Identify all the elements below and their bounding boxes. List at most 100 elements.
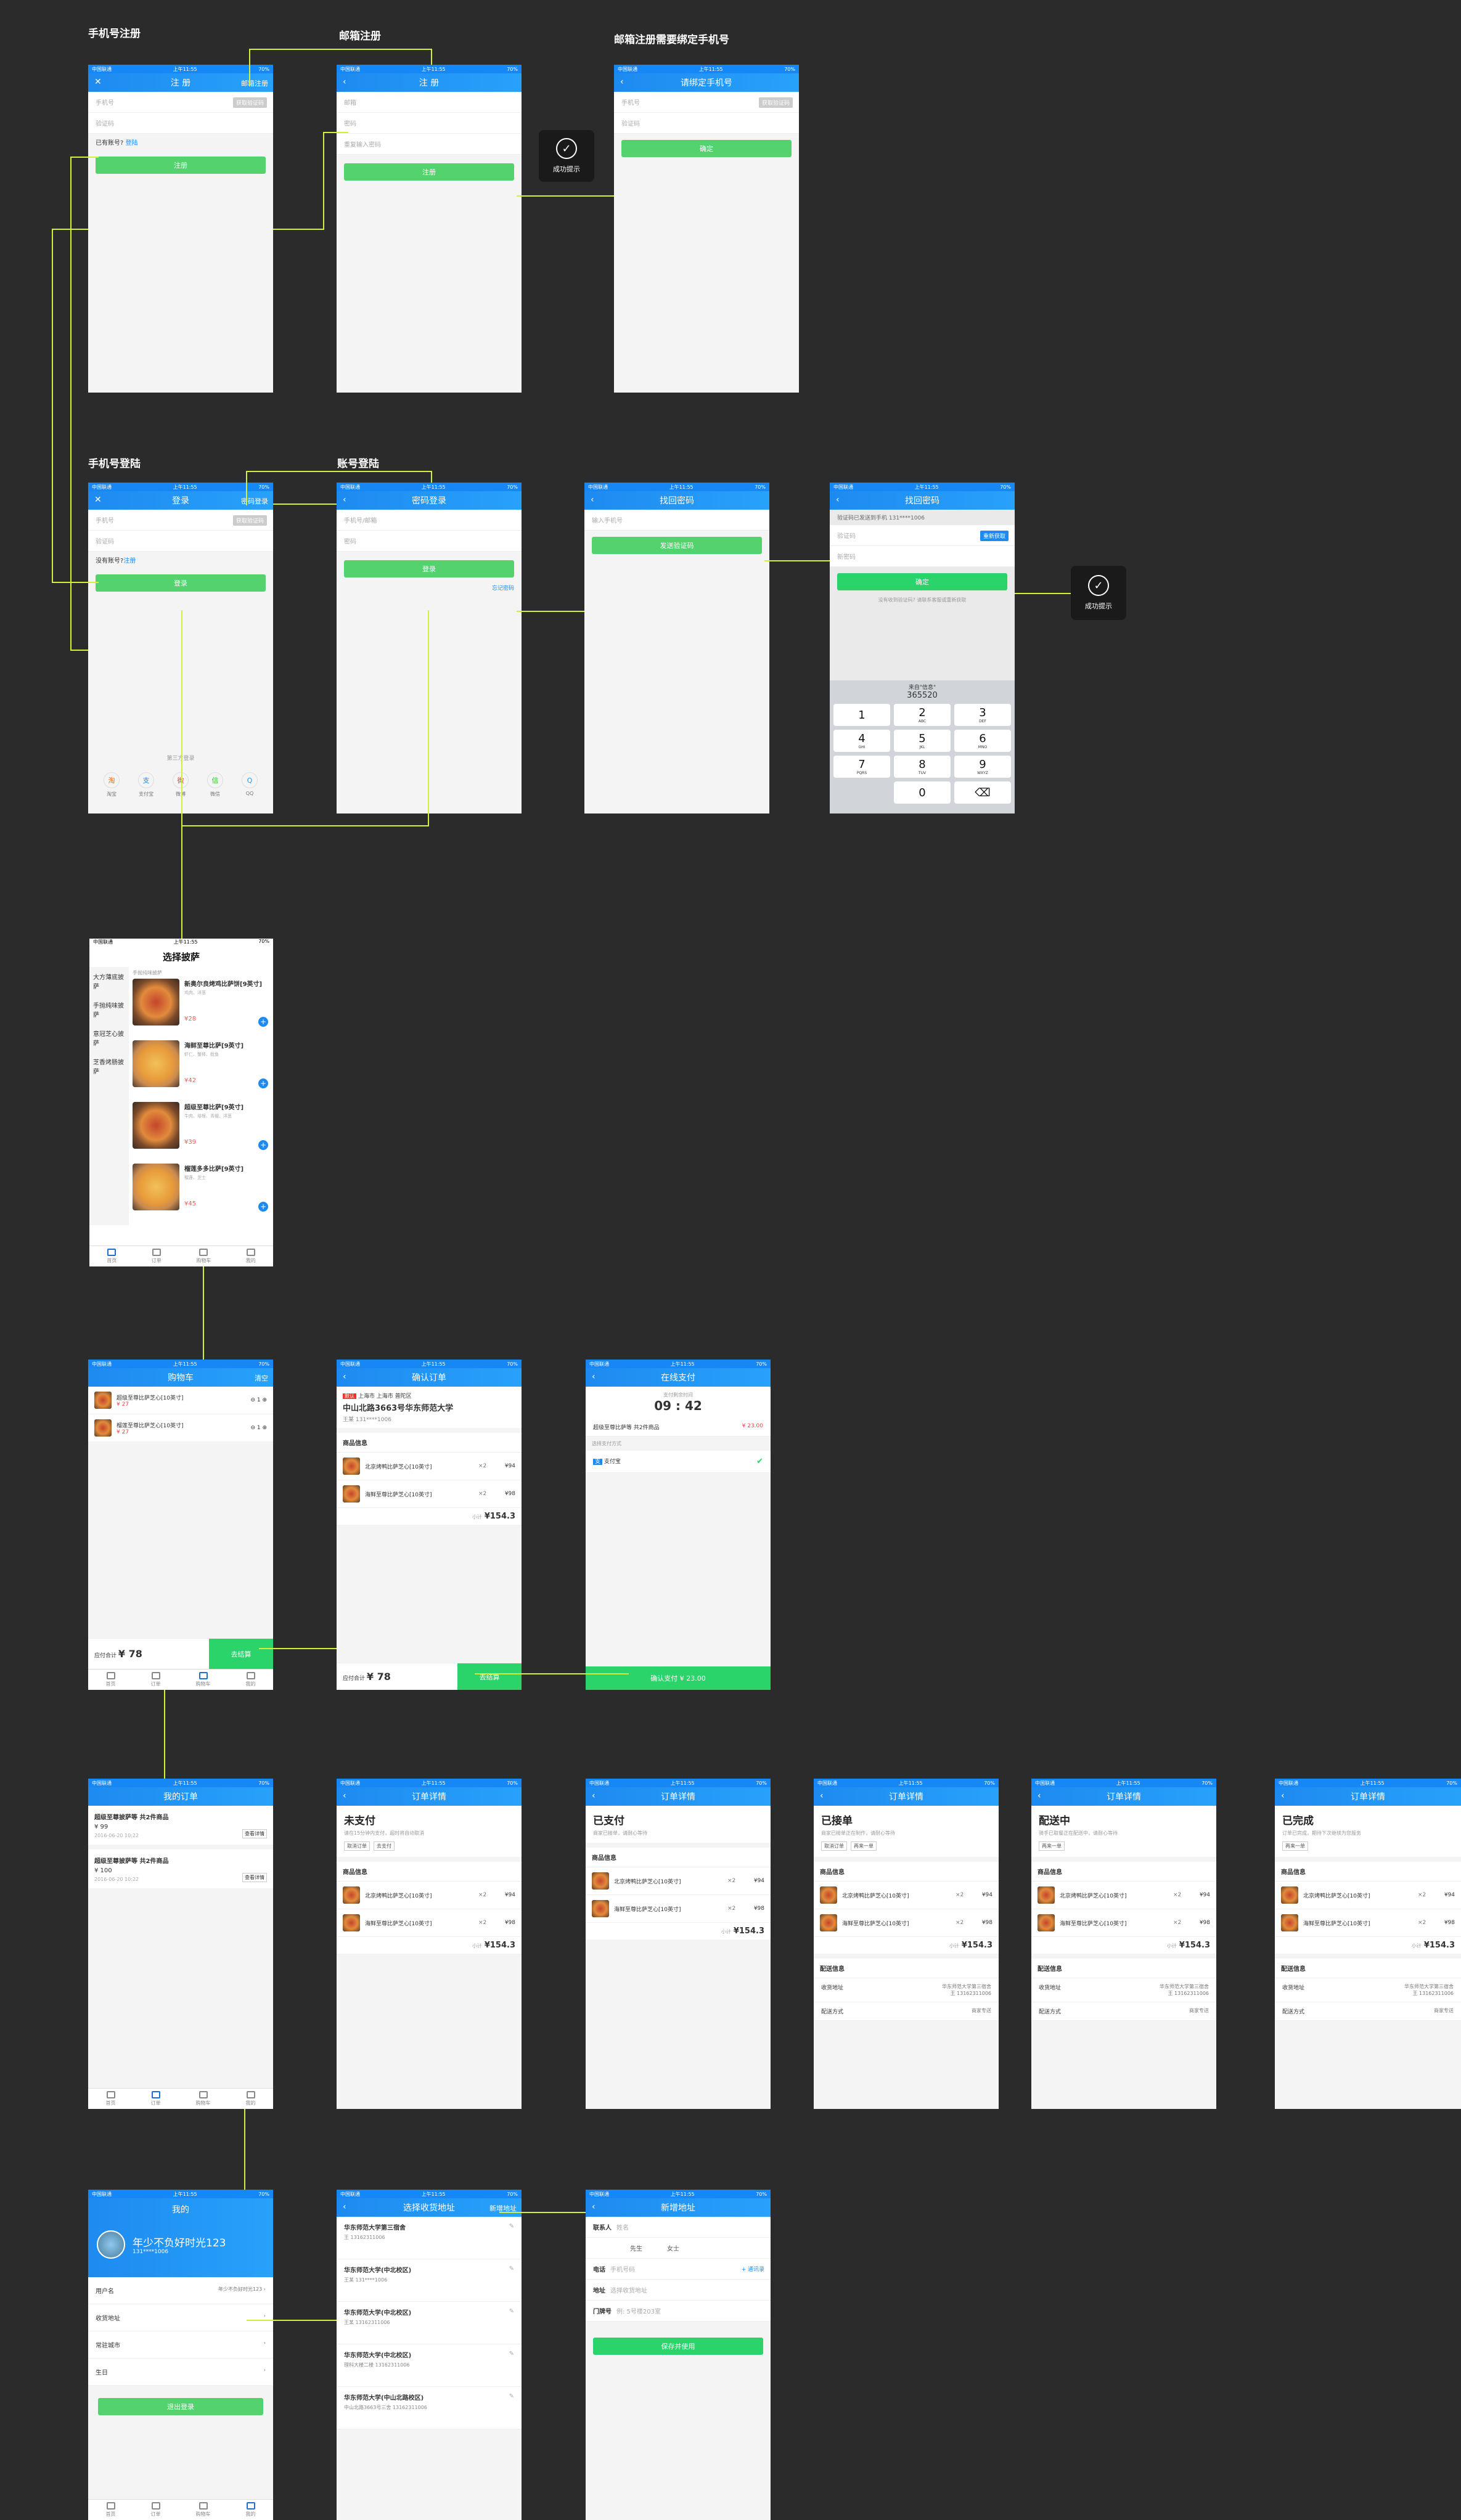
back-icon[interactable]: ‹ [1037, 1791, 1041, 1801]
taobao-login[interactable]: 淘淘宝 [104, 772, 120, 797]
order-action-button[interactable]: 取消订单 [344, 1841, 370, 1851]
edit-icon[interactable]: ✎ [509, 2265, 514, 2272]
order-action-button[interactable]: 再来一单 [1039, 1841, 1065, 1851]
product-item[interactable]: 超级至尊比萨[9英寸] 牛肉、培根、青椒、洋葱 ¥39 + [133, 1102, 273, 1159]
keypad-key[interactable]: 4 GHI [833, 730, 890, 752]
phone-field[interactable]: 输入手机号 [584, 510, 769, 531]
address-item[interactable]: 华东师范大学(中北校区) 王某 131****1006 ✎ [337, 2259, 522, 2302]
back-icon[interactable]: ‹ [1281, 1791, 1285, 1801]
back-icon[interactable]: ‹ [592, 2202, 595, 2212]
category-item[interactable]: 大方薄底披萨 [89, 967, 129, 995]
tab-orders[interactable]: 订单 [152, 1249, 162, 1264]
tab-orders[interactable]: 订单 [151, 2502, 161, 2518]
forgot-password-link[interactable]: 忘记密码 [337, 584, 522, 592]
back-icon[interactable]: ‹ [836, 495, 840, 505]
keypad-key[interactable]: 3 DEF [954, 704, 1011, 726]
get-code-button[interactable]: 获取验证码 [232, 515, 267, 526]
tab-home[interactable]: 首页 [106, 2502, 116, 2518]
profile-row-birthday[interactable]: 生日 › [88, 2359, 273, 2386]
tab-mine[interactable]: 我的 [246, 2502, 256, 2518]
tab-home[interactable]: 首页 [106, 2091, 116, 2106]
password-field[interactable]: 密码 [337, 113, 522, 134]
tab-cart[interactable]: 购物车 [196, 2502, 211, 2518]
login-button[interactable]: 登录 [344, 560, 514, 577]
keypad-key[interactable]: ⌫ [954, 781, 1011, 804]
tab-mine[interactable]: 我的 [246, 1249, 256, 1264]
get-code-button[interactable]: 获取验证码 [758, 97, 793, 108]
back-icon[interactable]: ‹ [343, 1791, 346, 1801]
checkout-button[interactable]: 去结算 [209, 1638, 273, 1670]
keypad-key[interactable]: 1 [833, 704, 890, 726]
alipay-login[interactable]: 支支付宝 [138, 772, 154, 797]
code-field[interactable]: 验证码 [88, 531, 273, 552]
tab-orders[interactable]: 订单 [151, 1672, 161, 1687]
tab-cart[interactable]: 购物车 [196, 1672, 211, 1687]
address-field[interactable]: 地址 选择收货地址 [586, 2280, 771, 2301]
confirm-pay-button[interactable]: 确认支付 ¥ 23.00 [586, 1666, 771, 1690]
product-item[interactable]: 新奥尔良烤鸡比萨饼[9英寸] 鸡肉、洋葱 ¥28 + [133, 979, 273, 1035]
edit-icon[interactable]: ✎ [509, 2223, 514, 2230]
keypad-key[interactable] [833, 781, 890, 804]
address-item[interactable]: 华东师范大学第三宿舍王 13162311006 ✎ [337, 2217, 522, 2259]
tab-orders[interactable]: 订单 [151, 2091, 161, 2106]
tab-home[interactable]: 首页 [107, 1249, 117, 1264]
confirm-button[interactable]: 确定 [837, 573, 1007, 590]
address-item[interactable]: 华东师范大学(中北校区) 理科大楼二楼 13162311006 ✎ [337, 2344, 522, 2387]
add-to-cart-icon[interactable]: + [258, 1079, 268, 1088]
phone-field[interactable]: 手机号 获取验证码 [614, 92, 799, 113]
edit-icon[interactable]: ✎ [509, 2351, 514, 2357]
qq-login[interactable]: Q QQ [242, 772, 258, 797]
phone-field[interactable]: 电话 手机号码 + 通讯录 [586, 2259, 771, 2280]
keypad-key[interactable]: 9 WXYZ [954, 756, 1011, 778]
sms-suggestion[interactable]: 来自"信息" 365520 [830, 680, 1015, 700]
back-icon[interactable]: ‹ [343, 2202, 346, 2212]
back-icon[interactable]: ‹ [592, 1791, 595, 1801]
close-icon[interactable]: ✕ [94, 77, 102, 87]
order-card[interactable]: 超级至尊披萨等 共2件商品 ¥ 100 2016-06-20 10:22 查看详情 [88, 1849, 273, 1888]
back-icon[interactable]: ‹ [343, 495, 346, 505]
submit-order-button[interactable]: 去结算 [457, 1663, 522, 1690]
register-button[interactable]: 注册 [96, 157, 266, 174]
add-address-button[interactable]: 新增地址 [489, 2203, 517, 2213]
tab-cart[interactable]: 购物车 [196, 1249, 211, 1264]
view-detail-button[interactable]: 查看详情 [242, 1829, 267, 1838]
password-login-link[interactable]: 密码登录 [241, 496, 268, 506]
door-number-field[interactable]: 门牌号 例: 5号楼203室 [586, 2301, 771, 2322]
address-item[interactable]: 华东师范大学(中山北路校区) 中山北路3663号三舍 13162311006 ✎ [337, 2387, 522, 2429]
confirm-button[interactable]: 确定 [621, 140, 792, 157]
new-password-field[interactable]: 新密码 [830, 546, 1015, 567]
edit-icon[interactable]: ✎ [509, 2308, 514, 2315]
password-field[interactable]: 密码 [337, 531, 522, 552]
keypad-key[interactable]: 8 TUV [894, 756, 951, 778]
clear-cart-button[interactable]: 清空 [255, 1373, 268, 1383]
resend-button[interactable]: 重新获取 [980, 531, 1009, 541]
add-to-cart-icon[interactable]: + [258, 1202, 268, 1212]
tab-mine[interactable]: 我的 [246, 2091, 256, 2106]
save-address-button[interactable]: 保存并使用 [593, 2338, 763, 2355]
order-card[interactable]: 超级至尊披萨等 共2件商品 ¥ 99 2016-06-20 10:22 查看详情 [88, 1806, 273, 1845]
register-link[interactable]: 注册 [123, 558, 136, 565]
tab-home[interactable]: 首页 [106, 1672, 116, 1687]
email-register-link[interactable]: 邮箱注册 [241, 78, 268, 88]
view-detail-button[interactable]: 查看详情 [242, 1873, 267, 1882]
password-repeat-field[interactable]: 重复输入密码 [337, 134, 522, 155]
keypad-key[interactable]: 2 ABC [894, 704, 951, 726]
email-field[interactable]: 邮箱 [337, 92, 522, 113]
back-icon[interactable]: ‹ [591, 495, 594, 505]
product-item[interactable]: 海鲜至尊比萨[9英寸] 虾仁、蟹棒、鱿鱼 ¥42 + [133, 1040, 273, 1097]
order-action-button[interactable]: 去支付 [374, 1841, 395, 1851]
edit-icon[interactable]: ✎ [509, 2393, 514, 2400]
category-item[interactable]: 意冠芝心披萨 [89, 1024, 129, 1052]
contact-field[interactable]: 联系人 姓名 [586, 2217, 771, 2238]
quantity-stepper[interactable]: ⊖ 1 ⊕ [250, 1425, 267, 1431]
back-icon[interactable]: ‹ [620, 77, 624, 87]
back-icon[interactable]: ‹ [592, 1372, 595, 1382]
address-item[interactable]: 华东师范大学(中北校区) 王某 13162311006 ✎ [337, 2302, 522, 2344]
close-icon[interactable]: ✕ [94, 495, 102, 505]
keypad-key[interactable]: 5 JKL [894, 730, 951, 752]
back-icon[interactable]: ‹ [343, 1372, 346, 1382]
get-code-button[interactable]: 获取验证码 [232, 97, 267, 108]
back-icon[interactable]: ‹ [820, 1791, 824, 1801]
login-link[interactable]: 登陆 [126, 140, 138, 147]
logout-button[interactable]: 退出登录 [98, 2398, 263, 2415]
